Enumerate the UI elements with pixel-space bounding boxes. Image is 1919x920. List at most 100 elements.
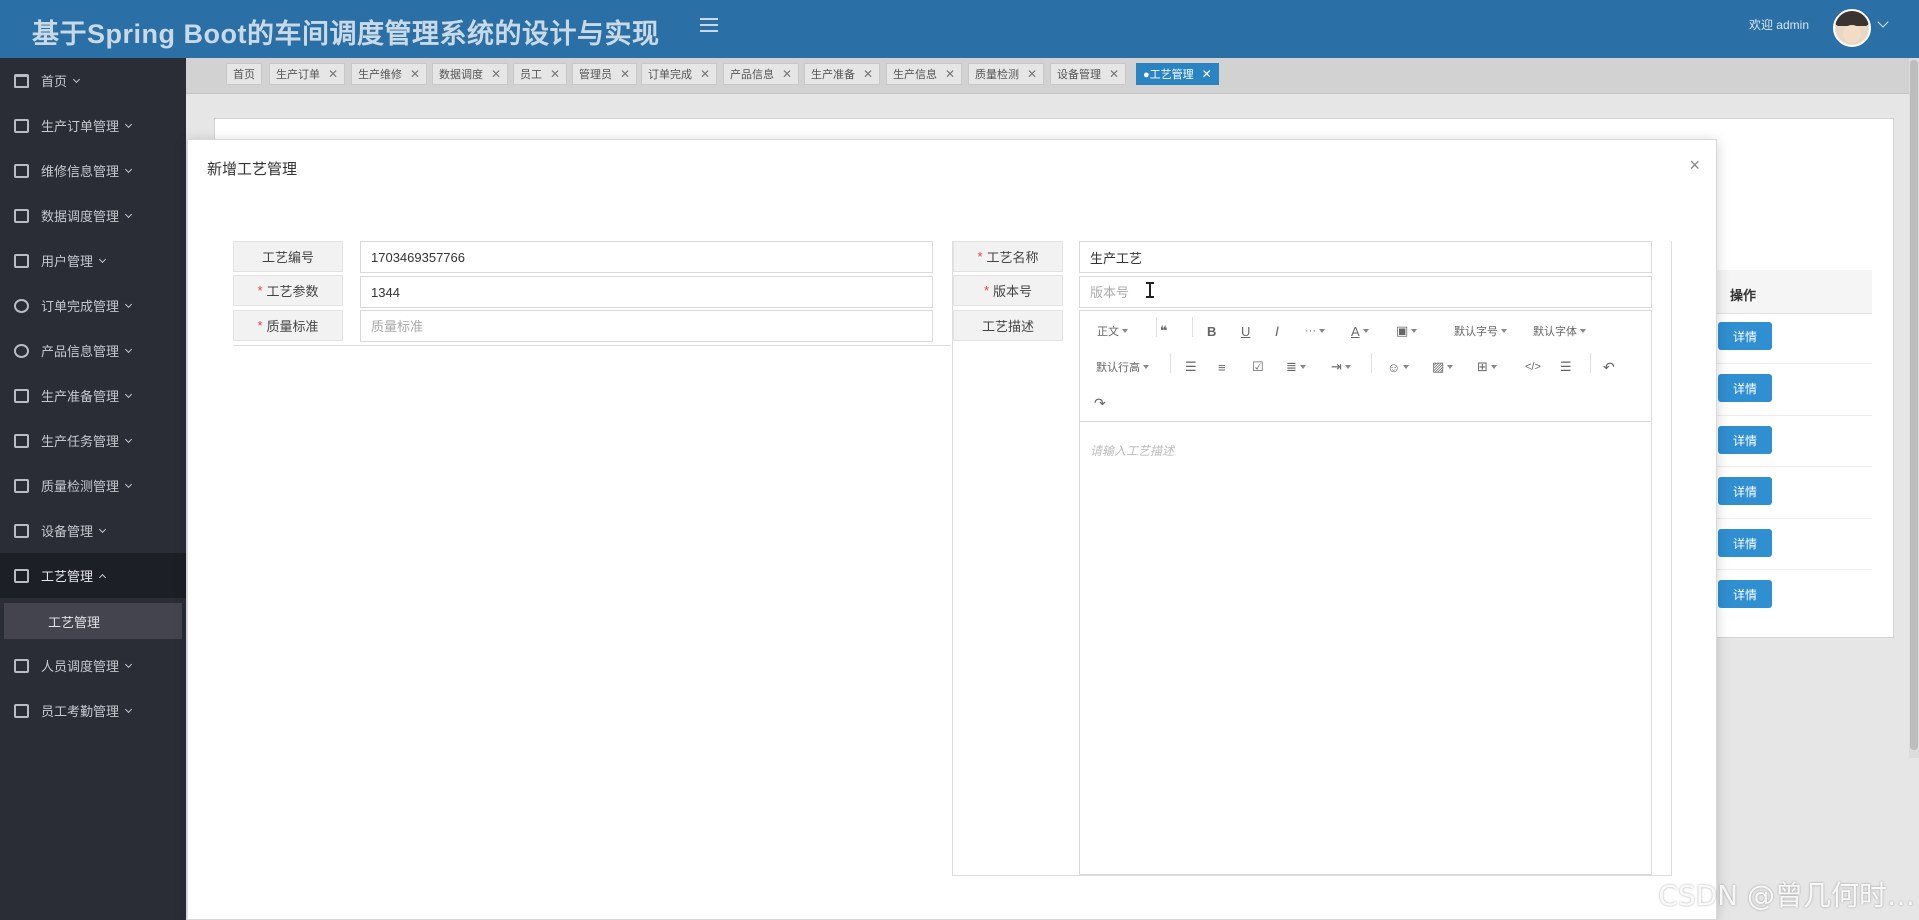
- close-icon[interactable]: ✕: [1027, 67, 1037, 81]
- process-params-input[interactable]: [360, 276, 933, 308]
- user-avatar[interactable]: [1833, 9, 1871, 47]
- sidebar-item-home[interactable]: 首页: [0, 58, 186, 103]
- detail-button[interactable]: 详情: [1718, 529, 1772, 557]
- tab-device[interactable]: 设备管理 ✕: [1050, 63, 1127, 85]
- label-process-desc: 工艺描述: [953, 310, 1063, 341]
- process-name-input[interactable]: [1079, 241, 1652, 273]
- emoji-icon[interactable]: ☺: [1387, 359, 1410, 375]
- bg-color-icon[interactable]: ▣: [1396, 323, 1418, 339]
- sidebar-item-users[interactable]: 用户管理: [0, 238, 186, 283]
- close-icon[interactable]: ✕: [410, 67, 420, 81]
- detail-button[interactable]: 详情: [1718, 477, 1772, 505]
- chevron-down-icon: [124, 120, 133, 128]
- close-icon[interactable]: ✕: [945, 67, 955, 81]
- detail-button[interactable]: 详情: [1718, 426, 1772, 454]
- rich-text-editor[interactable]: 正文 ❝ B U I ··· A ▣ 默认字号 默认字体 默认行高 ☰ ≡ ☑ …: [1079, 310, 1652, 875]
- required-mark: *: [983, 283, 990, 298]
- sidebar-item-data-dispatch[interactable]: 数据调度管理: [0, 193, 186, 238]
- italic-icon[interactable]: I: [1275, 323, 1279, 339]
- image-icon[interactable]: ▨: [1432, 359, 1454, 375]
- close-icon[interactable]: ✕: [620, 67, 630, 81]
- process-no-input[interactable]: [360, 241, 933, 273]
- detail-button[interactable]: 详情: [1718, 374, 1772, 402]
- page-scrollbar[interactable]: [1909, 58, 1919, 758]
- sidebar-item-product-info[interactable]: 产品信息管理: [0, 328, 186, 373]
- sidebar-item-production-prep[interactable]: 生产准备管理: [0, 373, 186, 418]
- sidebar-item-label: 数据调度管理: [41, 209, 120, 224]
- close-icon[interactable]: ✕: [700, 67, 710, 81]
- sidebar-item-attendance[interactable]: 员工考勤管理: [0, 688, 186, 733]
- close-icon[interactable]: ✕: [328, 67, 338, 81]
- sidebar-item-process[interactable]: 工艺管理: [0, 553, 186, 598]
- paragraph-select[interactable]: 正文: [1097, 323, 1128, 339]
- chevron-down-icon[interactable]: [1877, 16, 1889, 28]
- close-icon[interactable]: ×: [1689, 156, 1700, 174]
- undo-icon[interactable]: ↶: [1603, 359, 1615, 375]
- align-icon[interactable]: ≣: [1286, 359, 1306, 375]
- sidebar-item-production-order[interactable]: 生产订单管理: [0, 103, 186, 148]
- underline-icon[interactable]: U: [1241, 323, 1250, 339]
- toolbar-label: 默认字体: [1533, 326, 1577, 338]
- tab-employee[interactable]: 员工 ✕: [513, 63, 568, 85]
- divider-line-icon[interactable]: ☰: [1560, 359, 1572, 375]
- more-style-icon[interactable]: ···: [1305, 323, 1325, 339]
- text-cursor-icon: [1146, 282, 1154, 298]
- close-icon[interactable]: ✕: [1202, 67, 1212, 81]
- close-icon[interactable]: ✕: [1109, 67, 1119, 81]
- tab-label: 生产维修: [358, 69, 402, 81]
- sidebar-item-repair[interactable]: 维修信息管理: [0, 148, 186, 193]
- close-icon[interactable]: ✕: [550, 67, 560, 81]
- bullet-list-icon[interactable]: ☰: [1185, 359, 1197, 375]
- menu-toggle-icon[interactable]: [700, 18, 718, 34]
- code-icon[interactable]: </>: [1525, 359, 1541, 375]
- sidebar-item-label: 设备管理: [41, 524, 94, 539]
- font-size-select[interactable]: 默认字号: [1454, 323, 1507, 339]
- tab-production-prep[interactable]: 生产准备 ✕: [804, 63, 881, 85]
- field-label: 工艺描述: [981, 319, 1034, 334]
- toolbar-divider: [1170, 353, 1171, 373]
- todo-icon[interactable]: ☑: [1252, 359, 1264, 375]
- sidebar-item-order-complete[interactable]: 订单完成管理: [0, 283, 186, 328]
- quote-icon[interactable]: ❝: [1160, 323, 1168, 339]
- font-color-icon[interactable]: A: [1351, 323, 1369, 339]
- font-family-select[interactable]: 默认字体: [1533, 323, 1586, 339]
- sidebar-item-label: 工艺管理: [41, 569, 94, 584]
- close-icon[interactable]: ✕: [491, 67, 501, 81]
- wallet-icon: [14, 568, 29, 583]
- field-label: 工艺名称: [986, 250, 1039, 265]
- sidebar-item-quality[interactable]: 质量检测管理: [0, 463, 186, 508]
- indent-icon[interactable]: ⇥: [1331, 359, 1351, 375]
- scrollbar-thumb[interactable]: [1910, 60, 1918, 750]
- caret-down-icon: [1143, 365, 1149, 369]
- line-height-select[interactable]: 默认行高: [1096, 359, 1149, 375]
- tab-production-info[interactable]: 生产信息 ✕: [886, 63, 963, 85]
- tab-home[interactable]: 首页: [226, 63, 262, 85]
- caret-down-icon: [1403, 365, 1410, 369]
- tab-admin[interactable]: 管理员 ✕: [572, 63, 638, 85]
- close-icon[interactable]: ✕: [863, 67, 873, 81]
- tab-order-complete[interactable]: 订单完成 ✕: [641, 63, 718, 85]
- tab-product-info[interactable]: 产品信息 ✕: [723, 63, 800, 85]
- tab-production-repair[interactable]: 生产维修 ✕: [351, 63, 428, 85]
- sidebar-item-staff-dispatch[interactable]: 人员调度管理: [0, 643, 186, 688]
- numbered-list-icon[interactable]: ≡: [1218, 359, 1226, 375]
- csdn-watermark: CSDN @曾几何时…: [1658, 879, 1915, 912]
- sidebar-item-device[interactable]: 设备管理: [0, 508, 186, 553]
- tab-production-order[interactable]: 生产订单 ✕: [269, 63, 346, 85]
- tab-data-dispatch[interactable]: 数据调度 ✕: [432, 63, 509, 85]
- tab-label: 管理员: [579, 69, 612, 81]
- tab-process[interactable]: ●工艺管理 ✕: [1136, 63, 1219, 85]
- tab-quality[interactable]: 质量检测 ✕: [968, 63, 1045, 85]
- sidebar-item-production-task[interactable]: 生产任务管理: [0, 418, 186, 463]
- redo-icon[interactable]: ↷: [1094, 395, 1106, 411]
- briefcase-icon: [14, 433, 29, 448]
- version-no-input[interactable]: [1079, 276, 1652, 308]
- close-icon[interactable]: ✕: [782, 67, 792, 81]
- bold-icon[interactable]: B: [1207, 323, 1216, 339]
- detail-button[interactable]: 详情: [1718, 322, 1772, 350]
- sidebar-subitem-process[interactable]: 工艺管理: [4, 603, 182, 639]
- quality-std-input[interactable]: [360, 310, 933, 342]
- table-icon[interactable]: ⊞: [1477, 359, 1497, 375]
- tab-label: 设备管理: [1057, 69, 1101, 81]
- detail-button[interactable]: 详情: [1718, 580, 1772, 608]
